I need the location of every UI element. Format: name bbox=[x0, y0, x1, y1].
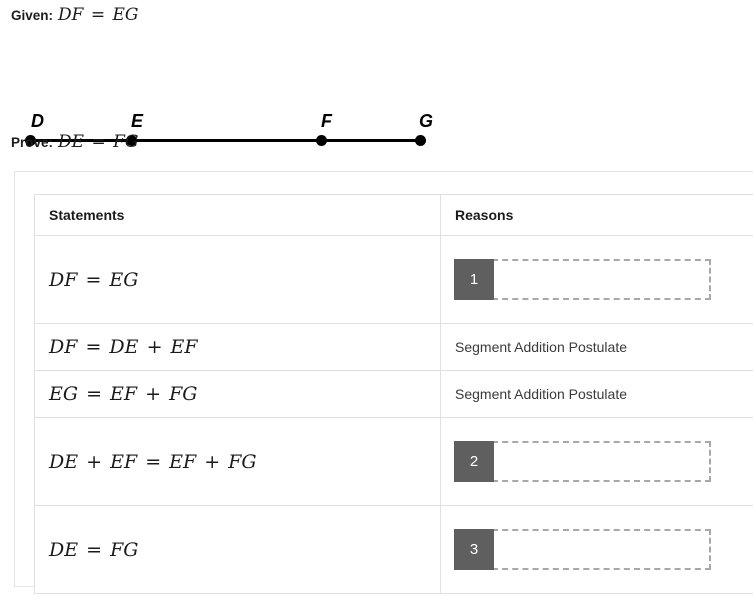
point-label-g: G bbox=[419, 111, 434, 131]
statement-cell: DE + EF = EF + FG bbox=[34, 417, 441, 506]
statement-expression: DF = EG bbox=[49, 268, 139, 291]
drop-slot[interactable] bbox=[492, 441, 711, 482]
given-statement: Given: DF = EG bbox=[11, 5, 139, 25]
table-row: DE + EF = EF + FG 2 bbox=[34, 417, 753, 506]
table-row: DF = DE + EF Segment Addition Postulate bbox=[34, 323, 753, 371]
reason-cell: Segment Addition Postulate bbox=[440, 370, 753, 418]
statement-cell: DF = DE + EF bbox=[34, 323, 441, 371]
drop-badge-number: 2 bbox=[454, 441, 494, 482]
two-column-proof-table: Statements Reasons DF = EG 1 DF = DE + E… bbox=[34, 194, 753, 594]
point-label-e: E bbox=[131, 111, 144, 131]
reason-cell: Segment Addition Postulate bbox=[440, 323, 753, 371]
table-row: EG = EF + FG Segment Addition Postulate bbox=[34, 370, 753, 418]
table-header-row: Statements Reasons bbox=[34, 194, 753, 236]
statement-cell: DF = EG bbox=[34, 235, 441, 324]
statement-cell: DE = FG bbox=[34, 505, 441, 594]
statement-expression: EG = EF + FG bbox=[49, 383, 198, 405]
drop-slot[interactable] bbox=[492, 529, 711, 570]
reason-drop-target-3[interactable]: 3 bbox=[454, 529, 711, 570]
column-header-statements: Statements bbox=[34, 194, 441, 236]
reason-cell: 3 bbox=[440, 505, 753, 594]
statement-cell: EG = EF + FG bbox=[34, 370, 441, 418]
drop-badge-number: 3 bbox=[454, 529, 494, 570]
point-label-d: D bbox=[31, 111, 44, 131]
prove-expression: DE = FG bbox=[58, 132, 139, 152]
statement-expression: DE = FG bbox=[49, 538, 139, 561]
statement-expression: DE + EF = EF + FG bbox=[49, 450, 257, 473]
point-dot-f bbox=[316, 135, 327, 146]
drop-slot[interactable] bbox=[492, 259, 711, 300]
given-expression: DF = EG bbox=[58, 5, 139, 25]
given-label: Given: bbox=[11, 8, 54, 23]
prove-statement: Prove: DE = FG bbox=[11, 132, 139, 152]
point-dot-g bbox=[415, 135, 426, 146]
segment-diagram: D E F G bbox=[0, 52, 460, 146]
table-row: DF = EG 1 bbox=[34, 235, 753, 324]
statement-expression: DF = DE + EF bbox=[49, 336, 198, 358]
reason-drop-target-2[interactable]: 2 bbox=[454, 441, 711, 482]
reason-cell: 1 bbox=[440, 235, 753, 324]
column-header-reasons: Reasons bbox=[440, 194, 753, 236]
prove-label: Prove: bbox=[11, 135, 54, 150]
drop-badge-number: 1 bbox=[454, 259, 494, 300]
reason-cell: 2 bbox=[440, 417, 753, 506]
reason-drop-target-1[interactable]: 1 bbox=[454, 259, 711, 300]
point-label-f: F bbox=[321, 111, 332, 131]
table-row: DE = FG 3 bbox=[34, 505, 753, 594]
